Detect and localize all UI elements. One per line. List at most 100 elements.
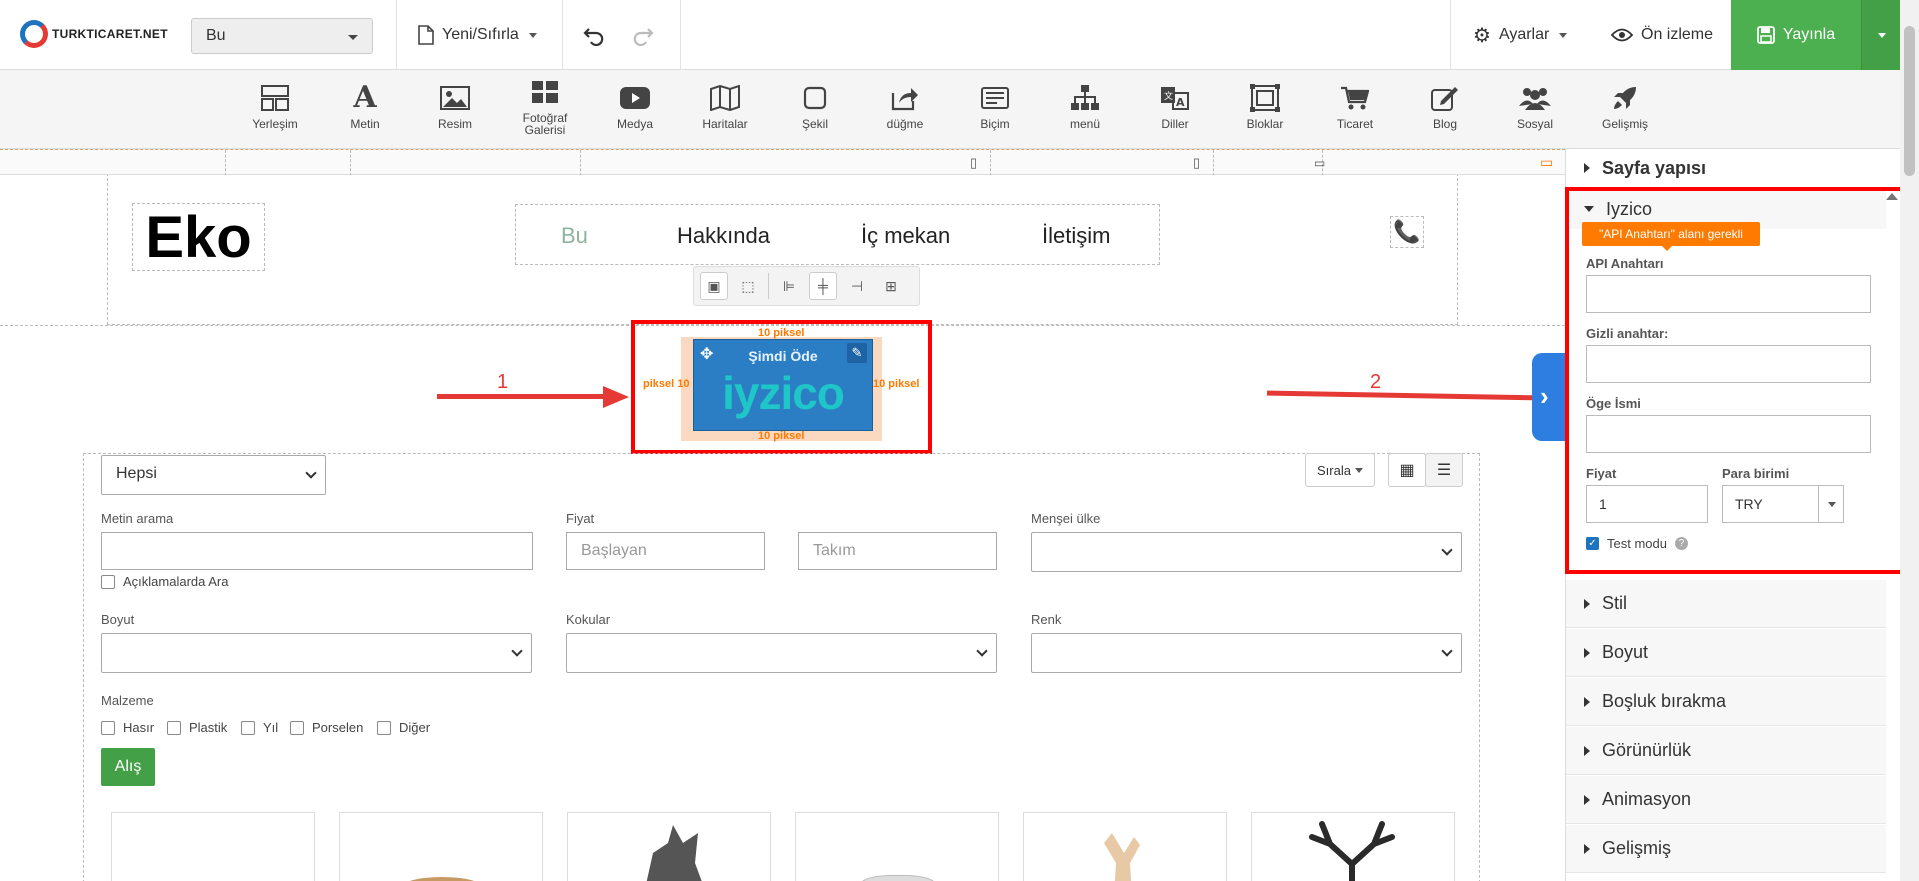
chevron-down-icon	[305, 467, 317, 479]
nav-item-home[interactable]: Bu	[561, 223, 588, 249]
section-advanced[interactable]: Gelişmiş	[1566, 825, 1886, 873]
align-right-button[interactable]: ⊣	[843, 272, 871, 300]
color-label: Renk	[1031, 612, 1062, 627]
section-style[interactable]: Stil	[1566, 580, 1886, 628]
component-label: Gelişmiş	[1601, 117, 1648, 131]
media-icon	[620, 87, 650, 109]
desktop-icon[interactable]: ▭	[1540, 154, 1553, 171]
site-logo[interactable]: Eko	[132, 203, 265, 271]
material-option-label: Yıl	[263, 720, 279, 735]
origin-select[interactable]	[1031, 532, 1462, 572]
component-text[interactable]: A Metin	[330, 82, 400, 131]
component-advanced[interactable]: Gelişmiş	[1590, 82, 1660, 130]
site-nav[interactable]: Bu Hakkında İç mekan İletişim	[515, 204, 1160, 265]
scents-select[interactable]	[566, 633, 997, 673]
product-card[interactable]	[1251, 812, 1455, 881]
component-layout[interactable]: Yerleşim	[240, 82, 310, 130]
caret-right-icon	[1584, 745, 1590, 756]
align-center-button[interactable]: ╪	[809, 272, 837, 300]
component-label: düğme	[886, 117, 924, 131]
editor-canvas[interactable]: Eko Bu Hakkında İç mekan İletişim 📞 ▣ ⬚ …	[0, 175, 1565, 881]
component-gallery[interactable]: Fotoğraf Galerisi	[510, 76, 580, 136]
nav-item-contact[interactable]: İletişim	[1042, 223, 1110, 249]
sort-button[interactable]: Sırala	[1305, 453, 1375, 487]
settings-button[interactable]: ⚙ Ayarlar	[1473, 0, 1568, 70]
component-menu[interactable]: menü	[1050, 82, 1120, 130]
component-image[interactable]: Resim	[420, 82, 490, 130]
new-reset-button[interactable]: Yeni/Sıfırla	[418, 0, 537, 70]
svg-text:文: 文	[1164, 90, 1173, 102]
material-checkbox[interactable]: Hasır	[101, 720, 154, 735]
mobile-icon[interactable]: ▯	[970, 155, 977, 171]
component-blocks[interactable]: Bloklar	[1230, 82, 1300, 130]
iyzico-pay-button[interactable]: ✥ ✎ Şimdi Öde iyzico	[693, 339, 873, 431]
price-from-input[interactable]: Başlayan	[566, 532, 765, 570]
component-blog[interactable]: Blog	[1410, 82, 1480, 130]
section-size[interactable]: Boyut	[1566, 629, 1886, 677]
material-checkbox[interactable]: Plastik	[167, 720, 227, 735]
tablet-icon[interactable]: ▯	[1193, 155, 1200, 171]
panel-toggle-tab[interactable]: ›	[1532, 353, 1565, 441]
component-label: Metin	[350, 117, 380, 131]
laptop-icon[interactable]: ▭	[1314, 156, 1325, 170]
component-shape[interactable]: Şekil	[780, 82, 850, 130]
publish-dropdown-button[interactable]	[1861, 0, 1900, 70]
product-card[interactable]	[1023, 812, 1227, 881]
page-scrollbar[interactable]	[1900, 0, 1919, 881]
align-contain-button[interactable]: ▣	[700, 272, 728, 300]
search-descriptions-checkbox[interactable]: Açıklamalarda Ara	[101, 574, 229, 589]
section-spacing[interactable]: Boşluk bırakma	[1566, 678, 1886, 726]
component-commerce[interactable]: Ticaret	[1320, 82, 1390, 130]
color-select[interactable]	[1031, 633, 1462, 673]
redo-button[interactable]	[632, 0, 654, 70]
material-checkbox[interactable]: Porselen	[290, 720, 363, 735]
align-full-button[interactable]: ⬚	[734, 272, 762, 300]
component-button[interactable]: düğme	[870, 82, 940, 130]
pay-button-title: Şimdi Öde	[748, 348, 818, 364]
brand-logo[interactable]: TURKTICARET.NET	[20, 20, 168, 48]
component-maps[interactable]: Haritalar	[690, 82, 760, 130]
section-page-structure[interactable]: Sayfa yapısı	[1566, 149, 1886, 187]
component-media[interactable]: Medya	[600, 82, 670, 130]
publish-button[interactable]: Yayınla	[1731, 0, 1861, 70]
phone-icon[interactable]: 📞	[1390, 216, 1424, 248]
component-form[interactable]: Biçim	[960, 82, 1030, 130]
component-languages[interactable]: A文 Diller	[1140, 82, 1210, 130]
product-card[interactable]	[567, 812, 771, 881]
buy-button[interactable]: Alış	[101, 748, 155, 786]
save-icon	[1757, 26, 1775, 44]
material-checkbox[interactable]: Yıl	[241, 720, 278, 735]
material-checkbox[interactable]: Diğer	[377, 720, 430, 735]
sort-label: Sırala	[1317, 462, 1351, 478]
annotation-number-2: 2	[1370, 371, 1382, 393]
page-select[interactable]: Bu	[191, 18, 373, 54]
text-search-input[interactable]	[101, 532, 533, 570]
preview-button[interactable]: Ön izleme	[1611, 0, 1713, 70]
grid-view-button[interactable]: ▦	[1388, 453, 1426, 487]
list-view-button[interactable]: ☰	[1425, 453, 1463, 487]
scrollbar-thumb[interactable]	[1904, 26, 1915, 176]
redo-icon	[633, 28, 654, 46]
divider	[396, 0, 397, 70]
chevron-down-icon	[528, 32, 537, 38]
grid-icon: ▦	[1399, 462, 1415, 479]
component-social[interactable]: Sosyal	[1500, 82, 1570, 130]
text-search-label: Metin arama	[101, 511, 174, 526]
price-to-input[interactable]: Takım	[798, 532, 997, 570]
undo-button[interactable]	[583, 0, 605, 70]
category-select[interactable]: Hepsi	[101, 455, 326, 495]
component-label: Sosyal	[1516, 117, 1554, 131]
section-animation[interactable]: Animasyon	[1566, 776, 1886, 824]
align-justify-button[interactable]: ⊞	[877, 272, 905, 300]
nav-item-about[interactable]: Hakkında	[677, 223, 770, 249]
section-visibility[interactable]: Görünürlük	[1566, 727, 1886, 775]
product-card[interactable]	[111, 812, 315, 881]
product-card[interactable]	[339, 812, 543, 881]
size-select[interactable]	[101, 633, 532, 673]
align-left-button[interactable]: ⊫	[775, 272, 803, 300]
product-card[interactable]	[795, 812, 999, 881]
scents-label: Kokular	[566, 612, 611, 627]
nav-item-interior[interactable]: İç mekan	[861, 223, 950, 249]
alignment-toolbar: ▣ ⬚ ⊫ ╪ ⊣ ⊞	[693, 266, 920, 306]
material-option-label: Porselen	[312, 720, 364, 735]
